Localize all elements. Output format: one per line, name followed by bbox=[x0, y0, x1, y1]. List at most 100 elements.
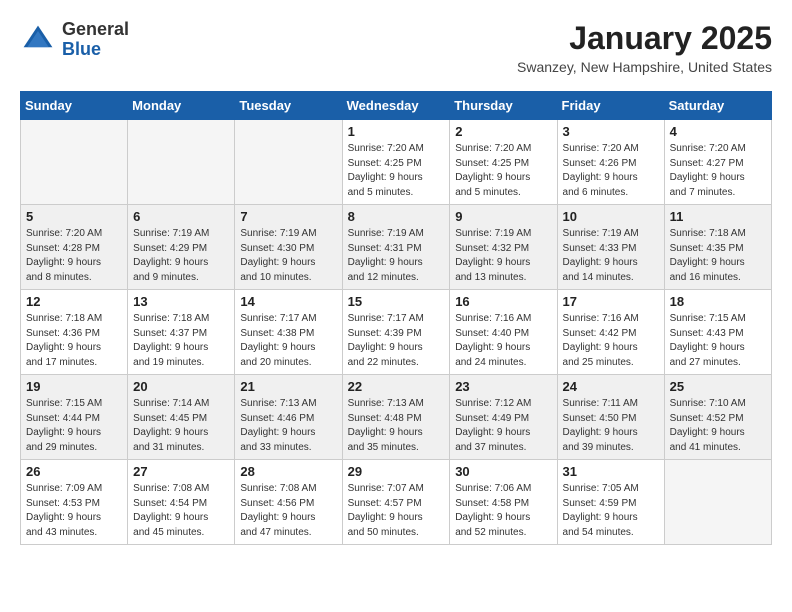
calendar-cell: 4 Sunrise: 7:20 AMSunset: 4:27 PMDaylight… bbox=[664, 120, 771, 205]
day-info: Sunrise: 7:06 AMSunset: 4:58 PMDaylight:… bbox=[455, 482, 551, 540]
day-info: Sunrise: 7:20 AMSunset: 4:28 PMDaylight:… bbox=[26, 227, 122, 285]
day-number: 20 bbox=[133, 379, 229, 394]
day-number: 4 bbox=[670, 124, 766, 139]
day-number: 16 bbox=[455, 294, 551, 309]
day-info: Sunrise: 7:13 AMSunset: 4:46 PMDaylight:… bbox=[240, 397, 336, 455]
calendar-cell: 15 Sunrise: 7:17 AMSunset: 4:39 PMDayligh… bbox=[342, 290, 450, 375]
day-info: Sunrise: 7:12 AMSunset: 4:49 PMDaylight:… bbox=[455, 397, 551, 455]
day-info: Sunrise: 7:19 AMSunset: 4:33 PMDaylight:… bbox=[563, 227, 659, 285]
day-number: 10 bbox=[563, 209, 659, 224]
calendar-week-row: 19Sunrise: 7:15 AMSunset: 4:44 PMDayligh… bbox=[21, 375, 772, 460]
day-number: 28 bbox=[240, 464, 336, 479]
day-info: Sunrise: 7:19 AMSunset: 4:29 PMDaylight:… bbox=[133, 227, 229, 285]
title-block: January 2025 Swanzey, New Hampshire, Uni… bbox=[517, 20, 772, 75]
weekday-header: Friday bbox=[557, 92, 664, 120]
day-number: 24 bbox=[563, 379, 659, 394]
day-info: Sunrise: 7:08 AMSunset: 4:54 PMDaylight:… bbox=[133, 482, 229, 540]
calendar-week-row: 1Sunrise: 7:20 AMSunset: 4:25 PMDaylight… bbox=[21, 120, 772, 205]
logo: General Blue bbox=[20, 20, 129, 60]
page-header: General Blue January 2025 Swanzey, New H… bbox=[20, 20, 772, 75]
day-number: 13 bbox=[133, 294, 229, 309]
calendar-cell: 7 Sunrise: 7:19 AMSunset: 4:30 PMDaylight… bbox=[235, 205, 342, 290]
day-number: 9 bbox=[455, 209, 551, 224]
calendar-cell: 31 Sunrise: 7:05 AMSunset: 4:59 PMDayligh… bbox=[557, 460, 664, 545]
calendar-cell: 25 Sunrise: 7:10 AMSunset: 4:52 PMDayligh… bbox=[664, 375, 771, 460]
day-number: 15 bbox=[348, 294, 445, 309]
location: Swanzey, New Hampshire, United States bbox=[517, 59, 772, 75]
day-number: 18 bbox=[670, 294, 766, 309]
day-number: 1 bbox=[348, 124, 445, 139]
day-info: Sunrise: 7:08 AMSunset: 4:56 PMDaylight:… bbox=[240, 482, 336, 540]
weekday-header: Thursday bbox=[450, 92, 557, 120]
day-number: 29 bbox=[348, 464, 445, 479]
day-number: 3 bbox=[563, 124, 659, 139]
day-info: Sunrise: 7:19 AMSunset: 4:31 PMDaylight:… bbox=[348, 227, 445, 285]
calendar-cell: 29 Sunrise: 7:07 AMSunset: 4:57 PMDayligh… bbox=[342, 460, 450, 545]
calendar-week-row: 5 Sunrise: 7:20 AMSunset: 4:28 PMDaylight… bbox=[21, 205, 772, 290]
day-info: Sunrise: 7:14 AMSunset: 4:45 PMDaylight:… bbox=[133, 397, 229, 455]
calendar-cell: 27Sunrise: 7:08 AMSunset: 4:54 PMDayligh… bbox=[128, 460, 235, 545]
day-number: 5 bbox=[26, 209, 122, 224]
day-info: Sunrise: 7:05 AMSunset: 4:59 PMDaylight:… bbox=[563, 482, 659, 540]
calendar-week-row: 12Sunrise: 7:18 AMSunset: 4:36 PMDayligh… bbox=[21, 290, 772, 375]
calendar-cell: 13Sunrise: 7:18 AMSunset: 4:37 PMDayligh… bbox=[128, 290, 235, 375]
calendar-cell: 30 Sunrise: 7:06 AMSunset: 4:58 PMDayligh… bbox=[450, 460, 557, 545]
calendar-cell bbox=[21, 120, 128, 205]
calendar-cell: 20 Sunrise: 7:14 AMSunset: 4:45 PMDayligh… bbox=[128, 375, 235, 460]
calendar-cell: 10 Sunrise: 7:19 AMSunset: 4:33 PMDayligh… bbox=[557, 205, 664, 290]
day-number: 6 bbox=[133, 209, 229, 224]
calendar-cell: 5 Sunrise: 7:20 AMSunset: 4:28 PMDaylight… bbox=[21, 205, 128, 290]
day-number: 7 bbox=[240, 209, 336, 224]
calendar-cell: 21 Sunrise: 7:13 AMSunset: 4:46 PMDayligh… bbox=[235, 375, 342, 460]
day-number: 23 bbox=[455, 379, 551, 394]
calendar-cell bbox=[128, 120, 235, 205]
weekday-header: Sunday bbox=[21, 92, 128, 120]
calendar-cell: 3Sunrise: 7:20 AMSunset: 4:26 PMDaylight… bbox=[557, 120, 664, 205]
calendar-cell bbox=[664, 460, 771, 545]
calendar-cell: 28 Sunrise: 7:08 AMSunset: 4:56 PMDayligh… bbox=[235, 460, 342, 545]
day-number: 25 bbox=[670, 379, 766, 394]
day-info: Sunrise: 7:13 AMSunset: 4:48 PMDaylight:… bbox=[348, 397, 445, 455]
day-number: 17 bbox=[563, 294, 659, 309]
calendar-cell: 22Sunrise: 7:13 AMSunset: 4:48 PMDayligh… bbox=[342, 375, 450, 460]
day-number: 12 bbox=[26, 294, 122, 309]
day-number: 14 bbox=[240, 294, 336, 309]
calendar-cell: 14 Sunrise: 7:17 AMSunset: 4:38 PMDayligh… bbox=[235, 290, 342, 375]
logo-icon bbox=[20, 22, 56, 58]
calendar-cell: 23 Sunrise: 7:12 AMSunset: 4:49 PMDayligh… bbox=[450, 375, 557, 460]
day-info: Sunrise: 7:15 AMSunset: 4:44 PMDaylight:… bbox=[26, 397, 122, 455]
logo-text: General Blue bbox=[62, 20, 129, 60]
day-info: Sunrise: 7:19 AMSunset: 4:30 PMDaylight:… bbox=[240, 227, 336, 285]
day-number: 11 bbox=[670, 209, 766, 224]
day-info: Sunrise: 7:17 AMSunset: 4:38 PMDaylight:… bbox=[240, 312, 336, 370]
day-info: Sunrise: 7:15 AMSunset: 4:43 PMDaylight:… bbox=[670, 312, 766, 370]
day-info: Sunrise: 7:17 AMSunset: 4:39 PMDaylight:… bbox=[348, 312, 445, 370]
weekday-header: Saturday bbox=[664, 92, 771, 120]
weekday-header: Wednesday bbox=[342, 92, 450, 120]
calendar-cell: 9Sunrise: 7:19 AMSunset: 4:32 PMDaylight… bbox=[450, 205, 557, 290]
calendar-cell: 24 Sunrise: 7:11 AMSunset: 4:50 PMDayligh… bbox=[557, 375, 664, 460]
calendar-cell: 19Sunrise: 7:15 AMSunset: 4:44 PMDayligh… bbox=[21, 375, 128, 460]
calendar-cell: 2Sunrise: 7:20 AMSunset: 4:25 PMDaylight… bbox=[450, 120, 557, 205]
day-info: Sunrise: 7:11 AMSunset: 4:50 PMDaylight:… bbox=[563, 397, 659, 455]
calendar-cell: 1Sunrise: 7:20 AMSunset: 4:25 PMDaylight… bbox=[342, 120, 450, 205]
calendar-cell: 6 Sunrise: 7:19 AMSunset: 4:29 PMDaylight… bbox=[128, 205, 235, 290]
day-number: 26 bbox=[26, 464, 122, 479]
calendar: SundayMondayTuesdayWednesdayThursdayFrid… bbox=[20, 91, 772, 545]
day-info: Sunrise: 7:18 AMSunset: 4:35 PMDaylight:… bbox=[670, 227, 766, 285]
day-info: Sunrise: 7:07 AMSunset: 4:57 PMDaylight:… bbox=[348, 482, 445, 540]
calendar-cell: 17 Sunrise: 7:16 AMSunset: 4:42 PMDayligh… bbox=[557, 290, 664, 375]
calendar-cell: 26 Sunrise: 7:09 AMSunset: 4:53 PMDayligh… bbox=[21, 460, 128, 545]
day-number: 21 bbox=[240, 379, 336, 394]
calendar-cell: 8 Sunrise: 7:19 AMSunset: 4:31 PMDaylight… bbox=[342, 205, 450, 290]
calendar-cell: 11 Sunrise: 7:18 AMSunset: 4:35 PMDayligh… bbox=[664, 205, 771, 290]
day-info: Sunrise: 7:16 AMSunset: 4:42 PMDaylight:… bbox=[563, 312, 659, 370]
day-info: Sunrise: 7:09 AMSunset: 4:53 PMDaylight:… bbox=[26, 482, 122, 540]
day-number: 8 bbox=[348, 209, 445, 224]
calendar-cell: 16Sunrise: 7:16 AMSunset: 4:40 PMDayligh… bbox=[450, 290, 557, 375]
calendar-week-row: 26 Sunrise: 7:09 AMSunset: 4:53 PMDayligh… bbox=[21, 460, 772, 545]
day-number: 30 bbox=[455, 464, 551, 479]
day-info: Sunrise: 7:10 AMSunset: 4:52 PMDaylight:… bbox=[670, 397, 766, 455]
day-info: Sunrise: 7:20 AMSunset: 4:27 PMDaylight:… bbox=[670, 142, 766, 200]
day-number: 31 bbox=[563, 464, 659, 479]
